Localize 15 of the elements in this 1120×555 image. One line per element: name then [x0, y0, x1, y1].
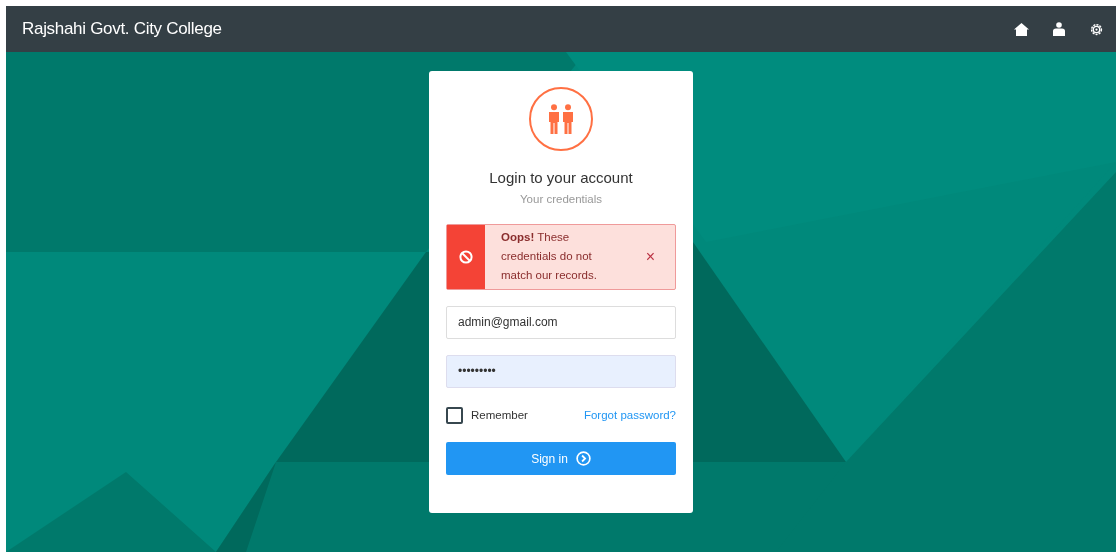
login-subheading: Your credentials	[519, 192, 602, 205]
people-icon	[529, 87, 593, 151]
password-field[interactable]: •••••••••	[446, 354, 676, 388]
site-title[interactable]: Rajshahi Govt. City College	[22, 16, 222, 42]
chevron-circle-icon	[575, 451, 591, 466]
remember-label[interactable]: Remember	[471, 406, 528, 424]
login-heading: Login to your account	[488, 168, 634, 188]
person-icon[interactable]	[1053, 22, 1065, 36]
error-message: Oops! These credentials do not match our records.	[500, 230, 598, 284]
close-button[interactable]: ×	[645, 248, 655, 265]
blocked-icon	[459, 249, 473, 264]
home-icon[interactable]	[1014, 22, 1029, 36]
remember-checkbox[interactable]	[446, 406, 463, 424]
email-field[interactable]: admin@gmail.com	[446, 305, 676, 339]
settings-icon[interactable]	[1089, 21, 1104, 37]
